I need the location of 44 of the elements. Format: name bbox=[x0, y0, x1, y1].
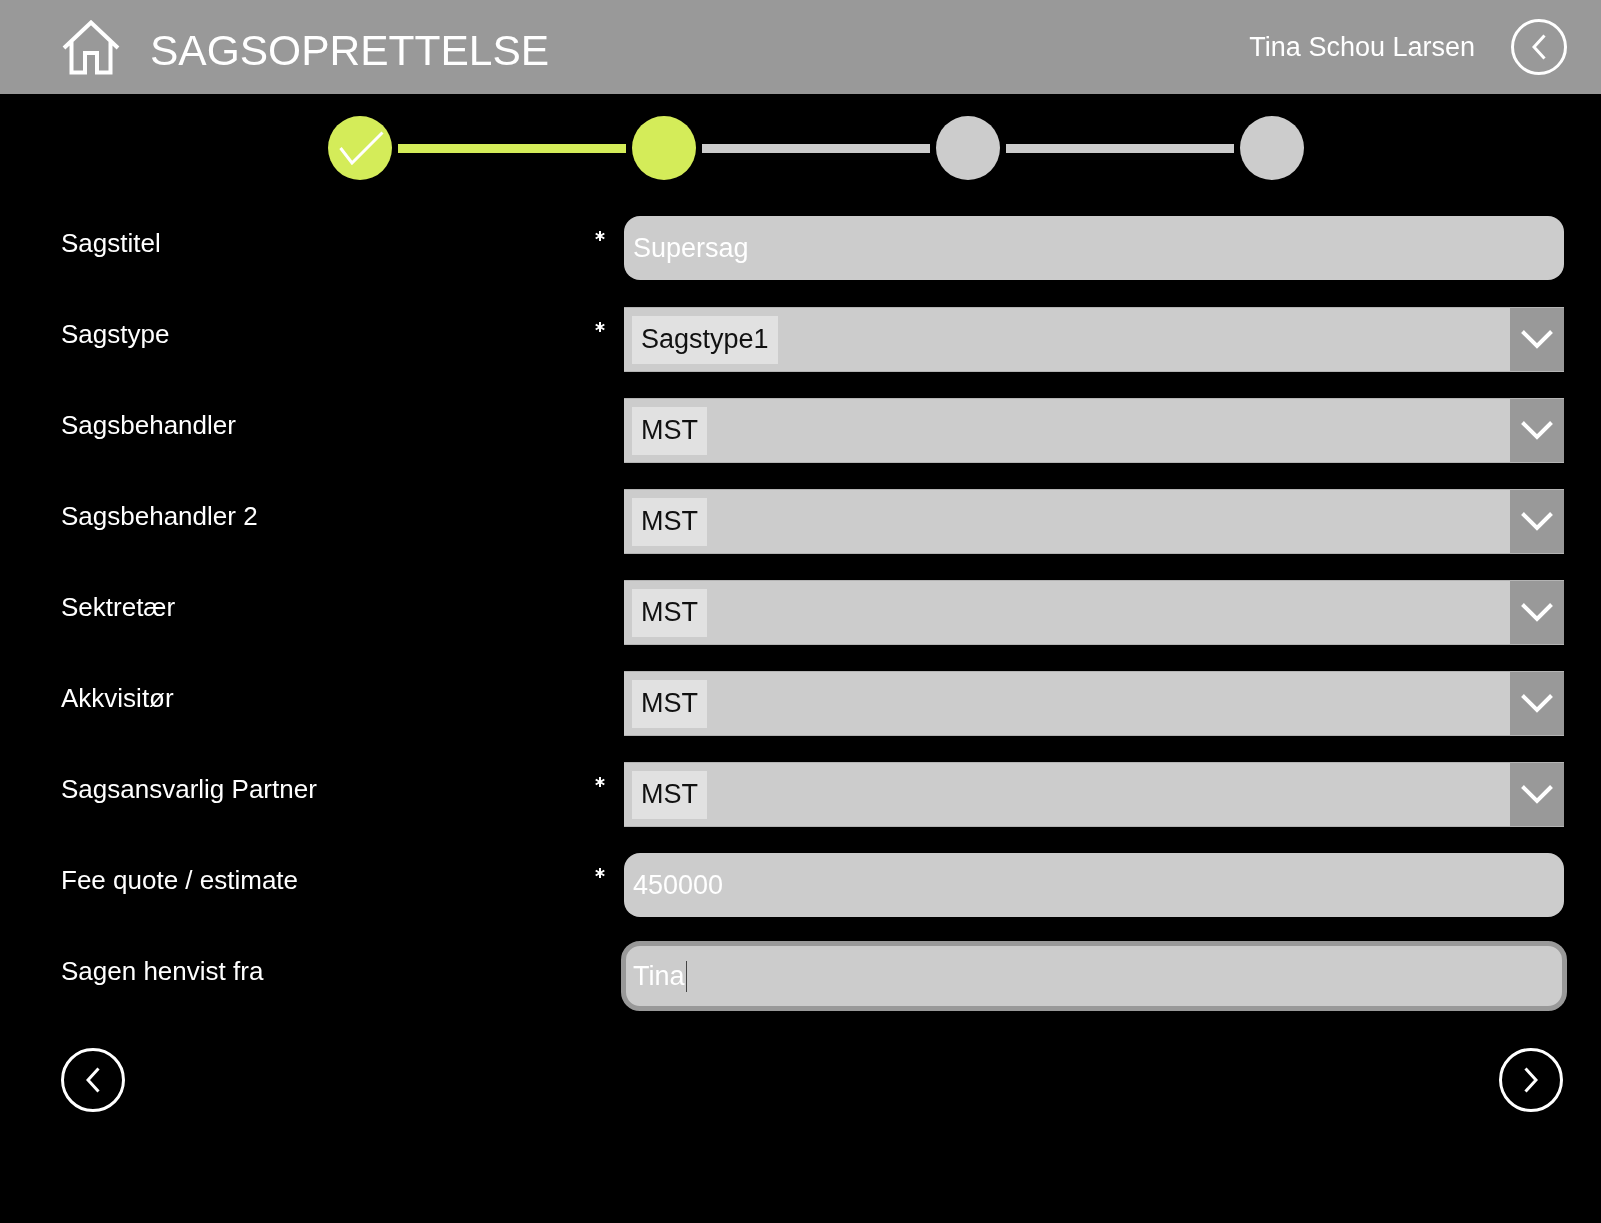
dropdown[interactable]: MST bbox=[624, 762, 1564, 827]
checkmark-icon bbox=[338, 131, 384, 165]
field-label: Akkvisitør bbox=[61, 682, 175, 713]
chevron-down-icon bbox=[1521, 694, 1553, 713]
selected-value-tag: MST bbox=[632, 497, 707, 546]
field-label: Sagsbehandler 2 bbox=[61, 500, 259, 531]
previous-button[interactable] bbox=[61, 1048, 125, 1112]
field-label: Sektretær bbox=[61, 591, 177, 622]
back-button[interactable] bbox=[1511, 19, 1567, 75]
next-button[interactable] bbox=[1499, 1048, 1563, 1112]
dropdown-button[interactable] bbox=[1510, 399, 1564, 462]
chevron-left-icon bbox=[1532, 34, 1546, 60]
field-label: Sagen henvist fra bbox=[61, 955, 265, 986]
dropdown[interactable]: MST bbox=[624, 580, 1564, 645]
field-label: Sagsbehandler bbox=[61, 409, 237, 440]
chevron-left-icon bbox=[86, 1067, 100, 1093]
user-name: Tina Schou Larsen bbox=[1249, 31, 1475, 63]
chevron-down-icon bbox=[1521, 421, 1553, 440]
dropdown[interactable]: MST bbox=[624, 489, 1564, 554]
dropdown[interactable]: MST bbox=[624, 671, 1564, 736]
dropdown-button[interactable] bbox=[1510, 308, 1564, 371]
home-icon[interactable] bbox=[62, 19, 120, 75]
text-cursor-icon bbox=[685, 960, 687, 992]
selected-value-tag: MST bbox=[632, 679, 707, 728]
page-title: SAGSOPRETTELSE bbox=[150, 26, 550, 76]
dropdown-button[interactable] bbox=[1510, 581, 1564, 644]
chevron-down-icon bbox=[1521, 603, 1553, 622]
selected-value-tag: Sagstype1 bbox=[632, 315, 778, 364]
dropdown[interactable]: MST bbox=[624, 398, 1564, 463]
field-label: Sagstitel bbox=[61, 227, 162, 258]
dropdown[interactable]: Sagstype1 bbox=[624, 307, 1564, 372]
selected-value-tag: MST bbox=[632, 588, 707, 637]
selected-value-tag: MST bbox=[632, 770, 707, 819]
dropdown-button[interactable] bbox=[1510, 672, 1564, 735]
selected-value-tag: MST bbox=[632, 406, 707, 455]
dropdown-button[interactable] bbox=[1510, 763, 1564, 826]
dropdown-button[interactable] bbox=[1510, 490, 1564, 553]
field-label: Sagstype bbox=[61, 318, 171, 349]
field-label: Sagsansvarlig Partner bbox=[61, 773, 318, 804]
field-label: Fee quote / estimate bbox=[61, 864, 300, 895]
chevron-right-icon bbox=[1524, 1067, 1538, 1093]
chevron-down-icon bbox=[1521, 512, 1553, 531]
chevron-down-icon bbox=[1521, 785, 1553, 804]
chevron-down-icon bbox=[1521, 330, 1553, 349]
